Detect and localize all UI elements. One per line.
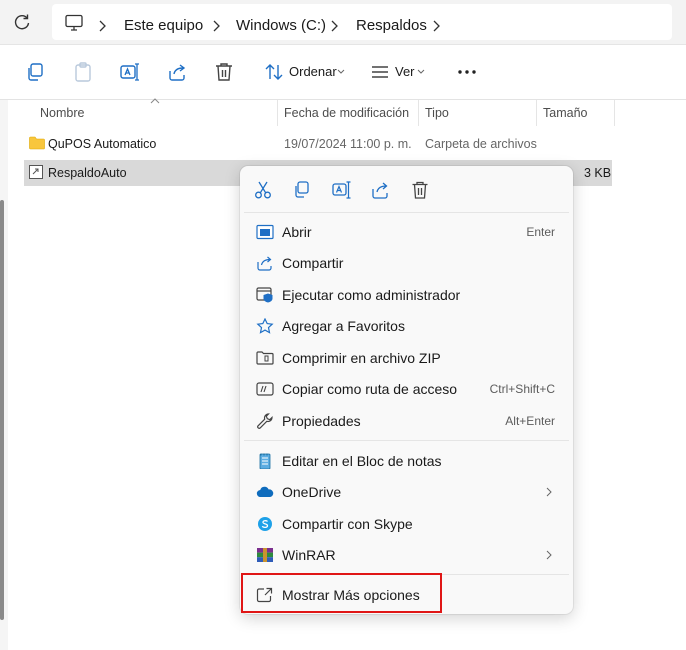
skype-icon: [256, 516, 274, 532]
menu-item-propiedades[interactable]: Propiedades Alt+Enter: [244, 406, 569, 436]
chevron-down-icon[interactable]: [337, 69, 345, 75]
chevron-right-icon[interactable]: [328, 18, 342, 34]
admin-shield-icon: [256, 287, 274, 303]
file-name: QuPOS Automatico: [48, 137, 157, 151]
menu-item-shortcut: Alt+Enter: [505, 414, 555, 428]
menu-item-compartir[interactable]: Compartir: [244, 248, 569, 278]
star-icon: [256, 318, 274, 334]
shortcut-file-icon: [29, 165, 43, 179]
folder-icon: [29, 136, 45, 150]
sort-ascending-icon: [150, 98, 160, 104]
zip-icon: [256, 350, 274, 366]
menu-item-label: Propiedades: [282, 413, 361, 429]
view-button[interactable]: Ver: [395, 64, 415, 80]
menu-item-label: Ejecutar como administrador: [282, 287, 461, 303]
rename-button[interactable]: [118, 61, 140, 83]
cut-button[interactable]: [253, 180, 273, 200]
menu-item-label: Copiar como ruta de acceso: [282, 381, 458, 397]
column-header-date[interactable]: Fecha de modificación: [284, 104, 409, 124]
menu-item-abrir[interactable]: Abrir Enter: [244, 217, 569, 247]
file-row[interactable]: QuPOS Automatico 19/07/2024 11:00 p. m. …: [24, 131, 612, 157]
copy-path-icon: [256, 381, 274, 397]
chevron-right-icon: [545, 487, 553, 497]
breadcrumb-este-equipo[interactable]: Este equipo: [124, 16, 203, 36]
copy-button[interactable]: [292, 180, 312, 200]
column-header-type[interactable]: Tipo: [425, 104, 449, 124]
menu-separator: [244, 212, 569, 213]
chevron-right-icon[interactable]: [210, 18, 224, 34]
view-icon[interactable]: [369, 61, 391, 83]
winrar-icon: [256, 547, 274, 563]
menu-item-label: Compartir: [282, 255, 344, 271]
share-icon: [256, 255, 274, 271]
file-name: RespaldoAuto: [48, 166, 127, 180]
menu-item-agregar-a-favoritos[interactable]: Agregar a Favoritos: [244, 311, 569, 341]
context-menu: Abrir Enter Compartir Ejecutar como admi…: [240, 166, 573, 614]
file-date: 19/07/2024 11:00 p. m.: [284, 137, 412, 151]
wrench-icon: [256, 413, 274, 429]
menu-item-editar-bloc-de-notas[interactable]: Editar en el Bloc de notas: [244, 446, 569, 476]
menu-separator: [244, 440, 569, 441]
column-divider[interactable]: [277, 100, 278, 126]
menu-item-label: Abrir: [282, 224, 312, 240]
menu-item-label: WinRAR: [282, 547, 336, 563]
menu-item-ejecutar-como-administrador[interactable]: Ejecutar como administrador: [244, 280, 569, 310]
file-size: 3 KB: [584, 166, 612, 180]
share-button[interactable]: [370, 180, 390, 200]
menu-item-shortcut: Enter: [526, 225, 555, 239]
menu-item-label: Comprimir en archivo ZIP: [282, 350, 441, 366]
rename-button[interactable]: [331, 180, 351, 200]
refresh-icon[interactable]: [12, 12, 32, 32]
sort-button[interactable]: Ordenar: [289, 64, 337, 80]
column-divider[interactable]: [536, 100, 537, 126]
column-header-name[interactable]: Nombre: [40, 104, 84, 124]
menu-item-compartir-con-skype[interactable]: Compartir con Skype: [244, 509, 569, 539]
notepad-icon: [256, 453, 274, 469]
breadcrumb-respaldos[interactable]: Respaldos: [356, 16, 427, 36]
file-type: Carpeta de archivos: [425, 137, 537, 151]
sort-icon[interactable]: [263, 61, 285, 83]
menu-item-winrar[interactable]: WinRAR: [244, 540, 569, 570]
menu-item-comprimir-zip[interactable]: Comprimir en archivo ZIP: [244, 343, 569, 373]
address-field[interactable]: Este equipo Windows (C:) Respaldos: [52, 4, 672, 40]
navigation-scrollbar[interactable]: [0, 200, 4, 620]
menu-item-copiar-ruta[interactable]: Copiar como ruta de acceso Ctrl+Shift+C: [244, 374, 569, 404]
chevron-right-icon: [545, 550, 553, 560]
column-divider[interactable]: [418, 100, 419, 126]
chevron-down-icon[interactable]: [417, 69, 425, 75]
menu-item-label: OneDrive: [282, 484, 342, 500]
menu-item-onedrive[interactable]: OneDrive: [244, 477, 569, 507]
chevron-right-icon[interactable]: [96, 18, 110, 34]
paste-button[interactable]: [72, 61, 94, 83]
menu-item-label: Editar en el Bloc de notas: [282, 453, 442, 469]
menu-item-label: Compartir con Skype: [282, 516, 413, 532]
delete-button[interactable]: [213, 61, 235, 83]
chevron-right-icon[interactable]: [430, 18, 444, 34]
delete-button[interactable]: [410, 180, 430, 200]
more-options-ellipsis-icon[interactable]: [456, 61, 478, 83]
column-divider[interactable]: [614, 100, 615, 126]
address-bar: Este equipo Windows (C:) Respaldos: [0, 0, 686, 45]
breadcrumb-windows-c[interactable]: Windows (C:): [236, 16, 326, 36]
this-pc-icon[interactable]: [64, 14, 84, 32]
menu-item-shortcut: Ctrl+Shift+C: [489, 382, 555, 396]
command-bar: Ordenar Ver: [0, 45, 686, 100]
copy-button[interactable]: [24, 61, 46, 83]
menu-item-label: Agregar a Favoritos: [282, 318, 405, 334]
column-header-size[interactable]: Tamaño: [543, 104, 587, 124]
onedrive-icon: [256, 484, 274, 500]
open-icon: [256, 224, 274, 240]
highlight-box: [241, 573, 442, 613]
share-button[interactable]: [166, 61, 188, 83]
